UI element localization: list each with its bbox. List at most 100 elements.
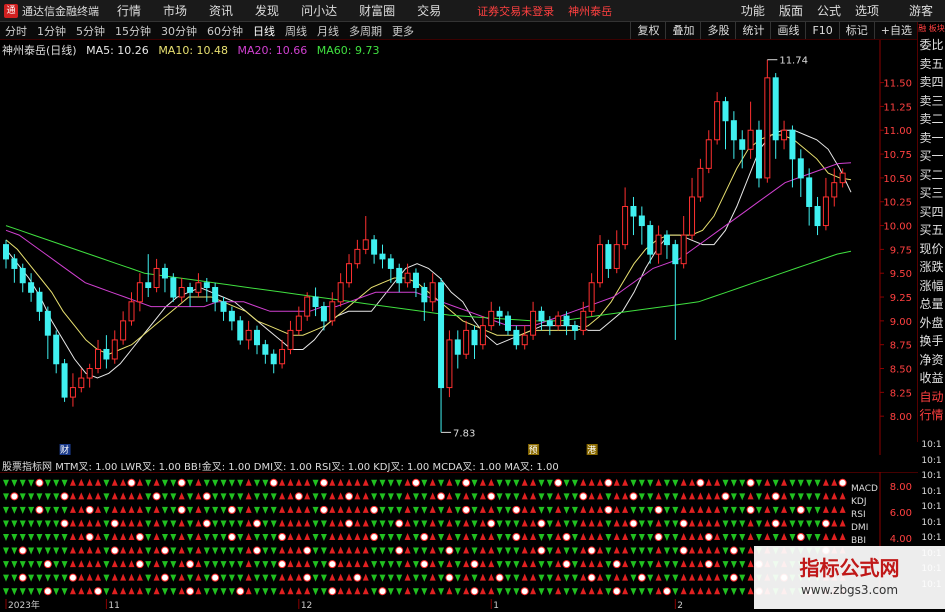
signal-up-arrow [781,519,788,527]
signal-up-arrow [337,587,344,595]
signal-up-arrow [479,546,486,554]
signal-down-arrow [203,479,210,487]
signal-down-arrow [647,520,654,528]
sidebar-item-9[interactable]: 买四 [918,203,945,222]
period-tab-3[interactable]: 15分钟 [115,23,151,39]
sidebar-item-13[interactable]: 涨幅 [918,277,945,296]
sidebar-item-14[interactable]: 总量 [918,295,945,314]
signal-down-arrow [504,561,511,569]
tool-button-5[interactable]: F10 [805,22,838,39]
signal-down-arrow [546,479,553,487]
sidebar-item-12[interactable]: 涨跌 [918,258,945,277]
signal-up-arrow [530,492,537,500]
period-tab-2[interactable]: 5分钟 [76,23,105,39]
candle [53,330,60,374]
signal-dot [420,533,429,541]
period-tab-10[interactable]: 更多 [392,23,414,39]
signal-down-arrow [262,561,269,569]
menu-item-2[interactable]: 资讯 [209,4,233,18]
user-button[interactable]: 游客 [909,2,933,19]
stock-link[interactable]: 神州泰岳 [568,3,612,19]
menu-item-0[interactable]: 行情 [117,4,141,18]
tool-button-3[interactable]: 统计 [735,22,770,39]
period-tab-1[interactable]: 1分钟 [37,23,66,39]
right-menu-item-2[interactable]: 公式 [817,2,841,19]
tool-button-2[interactable]: 多股 [700,22,735,39]
sidebar-item-4[interactable]: 卖二 [918,110,945,129]
signal-up-arrow [697,533,704,540]
signal-up-arrow [128,492,135,500]
sidebar-item-19[interactable]: 自动 [918,388,945,407]
signal-down-arrow [563,547,570,555]
signal-up-arrow [622,546,629,554]
right-menu-item-3[interactable]: 选项 [855,2,879,19]
signal-down-arrow [103,561,110,569]
sidebar-item-2[interactable]: 卖四 [918,73,945,92]
menu-item-5[interactable]: 财富圈 [359,4,395,18]
signal-dot [177,505,186,514]
kline-chart[interactable]: 11.50 11.25 11.00 10.75 10.50 10.25 10.00 9.75 9… [0,40,918,456]
signal-up-arrow [714,519,721,527]
signal-down-arrow [371,588,378,596]
signal-dot [696,478,705,487]
sidebar-item-7[interactable]: 买二 [918,166,945,185]
tool-button-6[interactable]: 标记 [838,22,874,39]
sidebar-item-20[interactable]: 行情 [918,406,945,425]
signal-up-arrow [680,560,687,568]
signal-dot [345,492,354,501]
signal-down-arrow [396,588,403,596]
sidebar-top-label[interactable]: 融 板块 [918,22,945,36]
menu-item-6[interactable]: 交易 [417,4,441,18]
period-tab-4[interactable]: 30分钟 [161,23,197,39]
signal-up-arrow [622,560,629,568]
sidebar-item-16[interactable]: 换手 [918,332,945,351]
period-tab-9[interactable]: 多周期 [349,23,382,39]
right-menu-item-0[interactable]: 功能 [741,2,765,19]
signal-down-arrow [19,479,26,487]
signal-down-arrow [496,534,503,541]
tool-button-7[interactable]: +自选 [873,22,918,39]
period-tab-0[interactable]: 分时 [5,23,27,39]
candle [638,206,645,245]
menu-item-1[interactable]: 市场 [163,4,187,18]
menu-item-4[interactable]: 问小达 [301,4,337,18]
sidebar-item-0[interactable]: 委比 [918,36,945,55]
tool-button-0[interactable]: 复权 [630,22,665,39]
signal-dot [721,492,730,501]
trade-login-notice[interactable]: 证券交易未登录 [477,3,554,19]
sidebar-item-8[interactable]: 买三 [918,184,945,203]
sidebar-item-1[interactable]: 卖五 [918,55,945,74]
sidebar-item-3[interactable]: 卖三 [918,92,945,111]
signal-up-arrow [714,546,721,554]
tool-button-1[interactable]: 叠加 [665,22,700,39]
signal-down-arrow [19,588,26,596]
period-tab-8[interactable]: 月线 [317,23,339,39]
signal-up-arrow [839,505,846,513]
signal-up-arrow [613,478,620,486]
signal-down-arrow [19,561,26,569]
period-tab-5[interactable]: 60分钟 [207,23,243,39]
sidebar-item-6[interactable]: 买一 [918,147,945,166]
sidebar-item-18[interactable]: 收益 [918,369,945,388]
sidebar-item-5[interactable]: 卖一 [918,129,945,148]
signal-down-arrow [53,479,60,487]
menu-item-3[interactable]: 发现 [255,4,279,18]
signal-down-arrow [387,479,394,487]
sidebar-item-10[interactable]: 买五 [918,221,945,240]
signal-down-arrow [379,493,386,501]
period-tab-6[interactable]: 日线 [253,23,275,39]
period-tab-7[interactable]: 周线 [285,23,307,39]
right-menu-item-1[interactable]: 版面 [779,2,803,19]
signal-up-arrow [337,492,344,500]
sidebar-item-11[interactable]: 现价 [918,240,945,259]
sidebar-item-15[interactable]: 外盘 [918,314,945,333]
signal-up-arrow [446,587,453,595]
signal-down-arrow [187,506,194,514]
signal-dot [604,505,613,514]
signal-dot [395,519,404,528]
tool-button-4[interactable]: 画线 [770,22,805,39]
signal-up-arrow [705,478,712,486]
signal-up-arrow [178,546,185,554]
signal-up-arrow [622,505,629,513]
sidebar-item-17[interactable]: 净资 [918,351,945,370]
